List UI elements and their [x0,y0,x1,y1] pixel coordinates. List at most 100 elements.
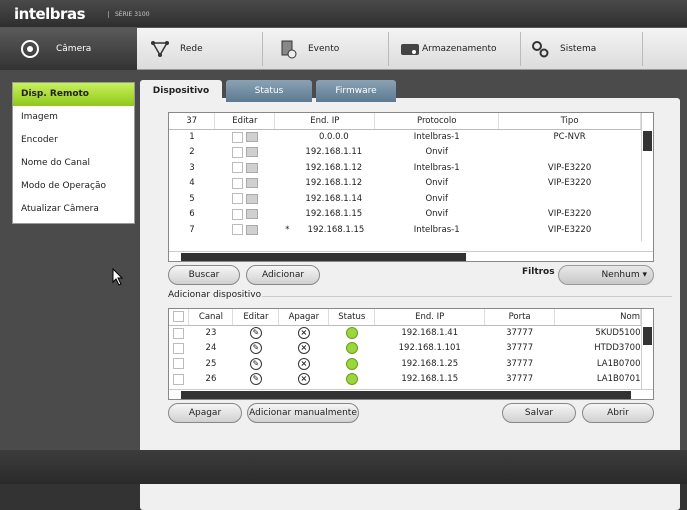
row-checkbox[interactable] [232,162,244,174]
row-ip-cell: 0.0.0.0 [275,129,375,145]
main-nav: Câmera Rede Evento Armazenamento Sistema [0,28,687,70]
row-actions [215,145,275,161]
row-protocol: Intelbras-1 [413,162,460,173]
edit-icon[interactable]: ✎ [249,357,262,370]
sidebar-item-modo-de-operacao[interactable]: Modo de Operação [13,175,134,198]
row-ip: 192.168.1.14 [305,193,363,204]
delete-icon[interactable]: × [297,357,310,370]
row-actions [215,222,275,238]
row-number: 2 [189,147,195,158]
row-checkbox[interactable] [232,177,244,189]
table-row[interactable]: 7 * 192.168.1.15 Intelbras-1 VIP-E3220 [169,222,641,238]
sidebar-item-nome-do-canal[interactable]: Nome do Canal [13,152,134,175]
table-row[interactable]: 3 192.168.1.12 Intelbras-1 VIP-E3220 [169,160,641,176]
row-protocol: Onvif [425,209,448,220]
edit-icon[interactable] [245,178,258,189]
table-row[interactable]: 25 ✎ × 192.168.1.25 37777 LA1B0700 [169,356,641,372]
delete-icon[interactable]: × [297,327,310,339]
row-protocol: Onvif [425,193,448,204]
row-checkbox-cell [169,341,189,357]
nav-tab-sistema[interactable]: Sistema [530,28,640,70]
row-ip-cell: 192.168.1.12 [275,160,375,176]
edit-icon[interactable]: ✎ [249,342,262,355]
tab-firmware[interactable]: Firmware [316,80,396,102]
sidebar-item-atualizar-camera[interactable]: Atualizar Câmera [13,198,134,221]
edit-icon[interactable] [245,162,258,173]
edit-icon[interactable]: ✎ [249,327,262,339]
table-row[interactable]: 2 192.168.1.11 Onvif [169,145,641,161]
edit-icon[interactable] [245,132,258,142]
row-checkbox[interactable] [173,358,185,370]
row-checkbox[interactable] [232,224,244,236]
sidebar-item-disp-remoto[interactable]: Disp. Remoto [13,83,134,106]
table-row[interactable]: 5 192.168.1.14 Onvif [169,191,641,207]
status-online-icon [345,327,358,339]
row-actions [215,207,275,223]
added-table-vscroll[interactable] [641,309,653,389]
row-number: 3 [189,162,195,173]
delete-icon[interactable]: × [297,373,310,386]
table-row[interactable]: 23 ✎ × 192.168.1.41 37777 5KUD5100 [169,325,641,341]
brand-series: SÉRIE 3100 [108,11,150,18]
row-protocol: Onvif [425,147,448,158]
add-manually-button[interactable]: Adicionar manualmente [247,403,359,423]
sidebar-item-encoder[interactable]: Encoder [13,129,134,152]
search-table-hscroll[interactable] [169,251,653,261]
row-type: VIP-E3220 [547,209,592,220]
row-checkbox[interactable] [173,342,185,354]
row-checkbox[interactable] [232,131,244,143]
tab-status[interactable]: Status [226,80,312,102]
nav-tab-armazenamento[interactable]: Armazenamento [400,28,518,70]
edit-icon[interactable] [245,224,258,235]
row-checkbox[interactable] [173,373,185,385]
section-divider [262,296,672,297]
edit-icon[interactable] [245,193,258,204]
row-actions [215,129,275,145]
edit-icon[interactable]: ✎ [249,373,262,386]
filter-select[interactable]: Nenhum ▾ [558,265,654,285]
row-porta: 37777 [506,328,534,338]
scroll-thumb[interactable] [643,131,652,151]
scroll-thumb[interactable] [181,253,466,261]
row-ip: 0.0.0.0 [318,132,349,142]
table-row[interactable]: 26 ✎ × 192.168.1.15 37777 LA1B0701 [169,372,641,388]
scroll-thumb[interactable] [643,327,652,345]
table-row[interactable]: 1 0.0.0.0 Intelbras-1 PC-NVR [169,129,641,145]
row-canal: 26 [205,374,217,385]
tab-dispositivo[interactable]: Dispositivo [140,80,222,102]
added-table-hscroll[interactable] [169,389,653,399]
bottom-bar [0,450,687,484]
apagar-button[interactable]: Apagar [168,403,242,423]
storage-icon [400,39,420,59]
row-nome: 5KUD5100 [595,328,641,338]
edit-icon[interactable] [245,147,258,158]
nav-tab-camera[interactable]: Câmera [0,28,137,70]
row-ip-cell: 192.168.1.15 [275,207,375,223]
row-checkbox[interactable] [173,327,185,339]
search-table-vscroll[interactable] [641,113,653,241]
row-checkbox[interactable] [232,208,244,220]
row-checkbox[interactable] [232,193,244,205]
row-canal: 24 [205,343,217,354]
nav-divider [642,32,643,66]
row-actions [215,191,275,207]
row-porta: 37777 [506,374,534,385]
delete-icon[interactable]: × [297,342,310,355]
nav-tab-evento[interactable]: Evento [278,28,388,70]
device-search-table: 37 Editar End. IP Protocolo Tipo 1 0.0.0… [168,112,654,262]
adicionar-button[interactable]: Adicionar [246,265,320,285]
table-row[interactable]: 4 192.168.1.12 Onvif VIP-E3220 [169,176,641,192]
row-checkbox[interactable] [232,146,244,158]
status-online-icon [345,342,358,355]
buscar-button[interactable]: Buscar [168,265,240,285]
row-ip: 192.168.1.12 [305,162,363,173]
scroll-thumb[interactable] [181,391,631,399]
table-row[interactable]: 24 ✎ × 192.168.1.101 37777 HTDD3700 [169,341,641,357]
salvar-button[interactable]: Salvar [502,403,576,423]
sidebar-item-imagem[interactable]: Imagem [13,106,134,129]
select-all-checkbox[interactable] [173,311,185,323]
abrir-button[interactable]: Abrir [582,403,654,423]
edit-icon[interactable] [245,209,258,220]
table-row[interactable]: 6 192.168.1.15 Onvif VIP-E3220 [169,207,641,223]
nav-tab-rede[interactable]: Rede [150,28,260,70]
